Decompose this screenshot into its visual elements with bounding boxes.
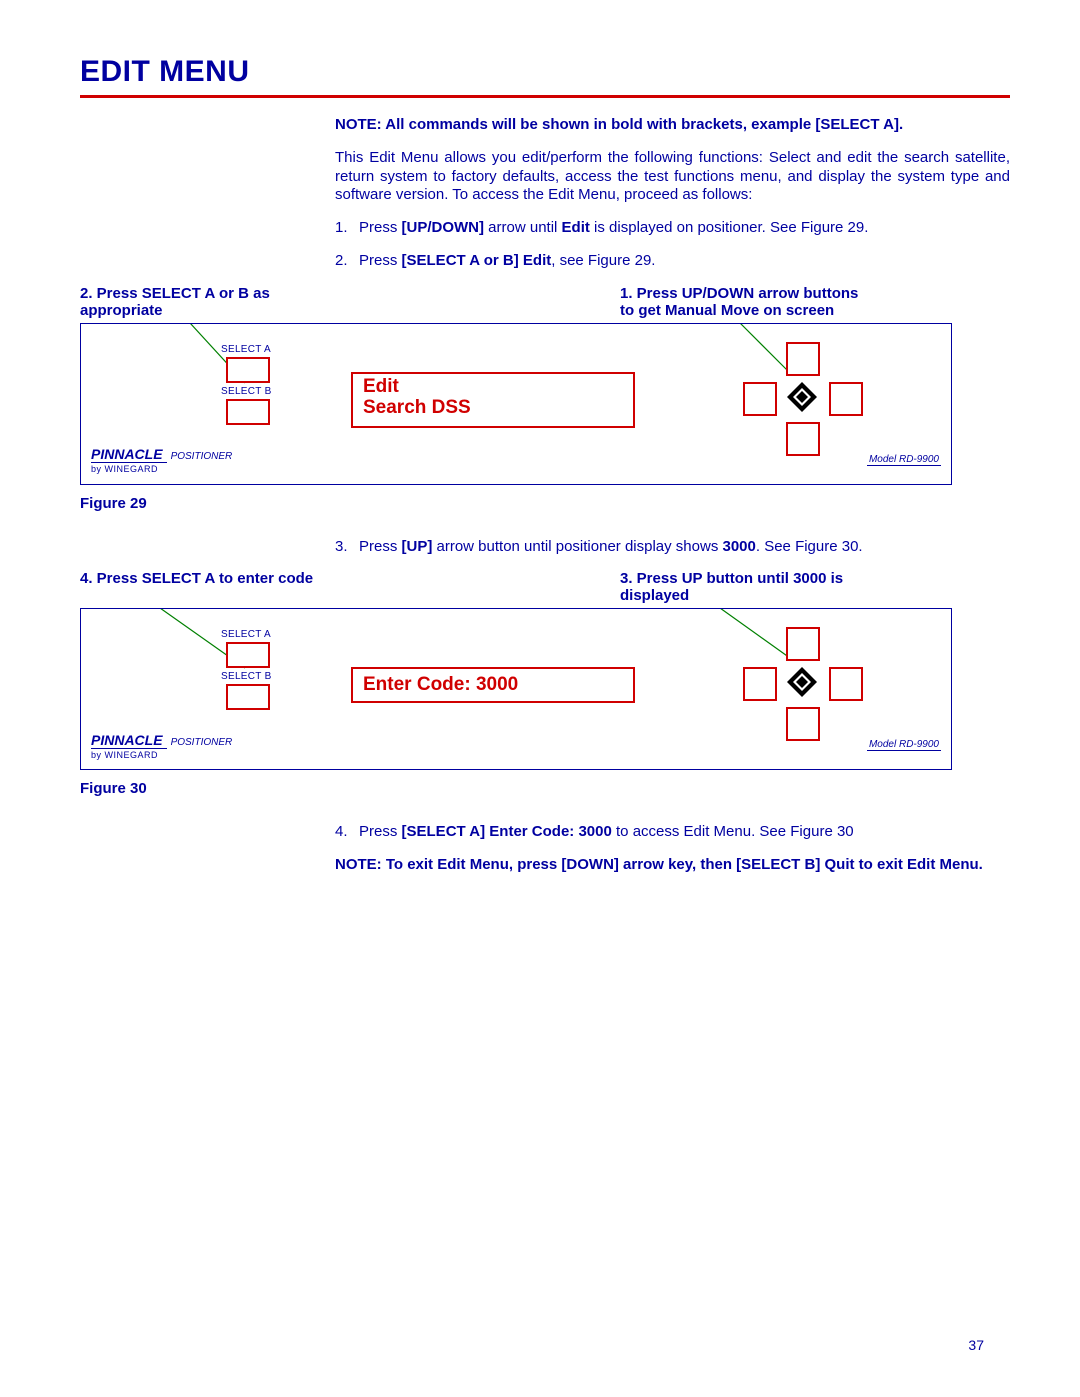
brand-block: PINNACLEPOSITIONER by WINEGARD — [91, 732, 232, 762]
arrow-down-button[interactable] — [786, 707, 820, 741]
select-a-button[interactable] — [226, 642, 270, 668]
arrow-left-button[interactable] — [743, 382, 777, 416]
model-label: Model RD-9900 — [867, 454, 941, 466]
step-3: 3.Press [UP] arrow button until position… — [335, 538, 1010, 557]
device-panel-fig30: SELECT A SELECT B Enter Code: 3000 PINNA… — [80, 608, 952, 770]
arrow-down-button[interactable] — [786, 422, 820, 456]
select-a-button[interactable] — [226, 357, 270, 383]
step-2: 2.Press [SELECT A or B] Edit, see Figure… — [335, 252, 1010, 271]
arrow-right-button[interactable] — [829, 667, 863, 701]
lcd-display-fig29: Edit Search DSS — [351, 372, 635, 428]
intro-paragraph: This Edit Menu allows you edit/perform t… — [335, 149, 1010, 205]
dpad — [731, 627, 871, 737]
dpad-center-icon — [785, 665, 819, 699]
dpad-center-icon — [785, 380, 819, 414]
select-b-label: SELECT B — [221, 386, 272, 397]
device-panel-fig29: SELECT A SELECT B Edit Search DSS PINNAC… — [80, 323, 952, 485]
select-a-label: SELECT A — [221, 344, 271, 355]
select-a-label: SELECT A — [221, 629, 271, 640]
select-b-button[interactable] — [226, 684, 270, 710]
exit-note: NOTE: To exit Edit Menu, press [DOWN] ar… — [335, 856, 1010, 875]
select-b-label: SELECT B — [221, 671, 272, 682]
brand-block: PINNACLEPOSITIONER by WINEGARD — [91, 446, 232, 476]
title-rule — [80, 95, 1010, 98]
arrow-right-button[interactable] — [829, 382, 863, 416]
arrow-up-button[interactable] — [786, 342, 820, 376]
page-title: EDIT MENU — [80, 55, 1010, 89]
callout-fig29-right: 1. Press UP/DOWN arrow buttons to get Ma… — [620, 285, 870, 319]
callout-fig29-left: 2. Press SELECT A or B as appropriate — [80, 285, 320, 319]
callout-fig30-left: 4. Press SELECT A to enter code — [80, 570, 320, 604]
arrow-left-button[interactable] — [743, 667, 777, 701]
model-label: Model RD-9900 — [867, 739, 941, 751]
lcd-display-fig30: Enter Code: 3000 — [351, 667, 635, 703]
page-number: 37 — [968, 1337, 984, 1353]
arrow-up-button[interactable] — [786, 627, 820, 661]
callout-fig30-right: 3. Press UP button until 3000 is display… — [620, 570, 870, 604]
dpad — [731, 342, 871, 452]
note-commands: NOTE: All commands will be shown in bold… — [335, 116, 1010, 135]
figure-29-caption: Figure 29 — [80, 495, 1010, 512]
step-1: 1.Press [UP/DOWN] arrow until Edit is di… — [335, 219, 1010, 238]
select-b-button[interactable] — [226, 399, 270, 425]
figure-30-caption: Figure 30 — [80, 780, 1010, 797]
step-4: 4.Press [SELECT A] Enter Code: 3000 to a… — [335, 823, 1010, 842]
